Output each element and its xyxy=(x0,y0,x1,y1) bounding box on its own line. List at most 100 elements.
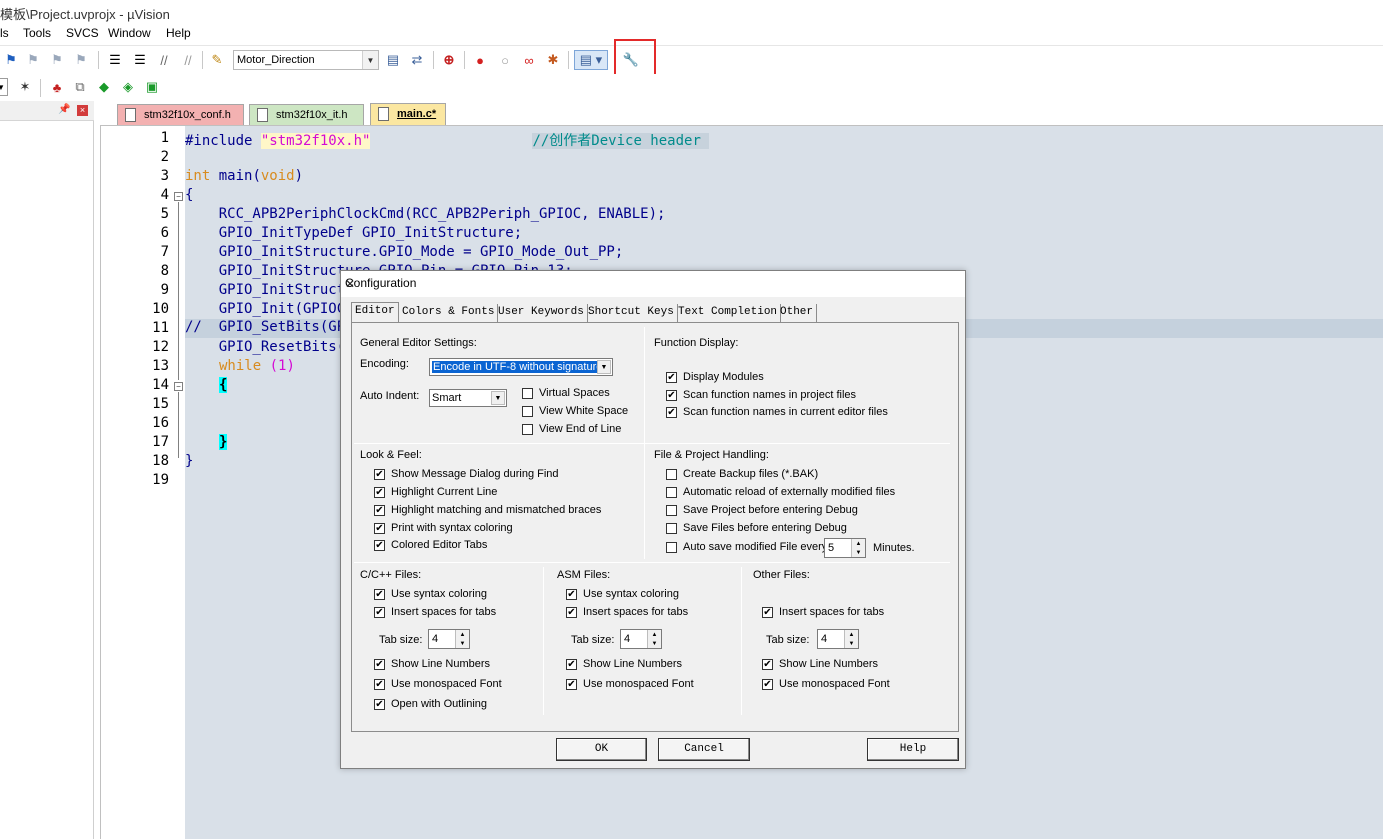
chevron-down-icon[interactable]: ▼ xyxy=(362,51,378,69)
checkbox-box[interactable]: ✔ xyxy=(666,390,677,401)
spin-down-icon[interactable]: ▼ xyxy=(851,548,865,557)
ok-button[interactable]: OK xyxy=(556,738,647,761)
vertical-separator xyxy=(543,567,544,715)
tab-editor[interactable]: Editor xyxy=(351,302,399,323)
translate-icon[interactable]: ✶ xyxy=(16,78,34,96)
spin-up-icon[interactable]: ▲ xyxy=(647,630,661,639)
chevron-down-icon[interactable]: ▼ xyxy=(491,391,505,405)
matched-brace-token: { xyxy=(219,377,228,393)
fold-toggle-icon[interactable]: − xyxy=(174,382,183,391)
close-icon[interactable]: ✕ xyxy=(345,276,355,292)
clear-bookmarks-icon[interactable]: ⚑ xyxy=(72,51,90,69)
checkbox-box[interactable]: ✔ xyxy=(666,372,677,383)
fold-toggle-icon[interactable]: − xyxy=(174,192,183,201)
prev-bookmark-icon[interactable]: ⚑ xyxy=(24,51,42,69)
uncomment-icon[interactable]: // xyxy=(179,51,197,69)
auto-save-minutes-spinner[interactable]: 5 ▲ ▼ xyxy=(824,538,866,558)
disable-breakpoints-icon[interactable]: ∞ xyxy=(520,51,538,69)
spin-down-icon[interactable]: ▼ xyxy=(844,639,858,648)
bookmark-flag-icon[interactable]: ⚑ xyxy=(2,51,20,69)
checkbox-box[interactable] xyxy=(666,469,677,480)
menu-window[interactable]: Window xyxy=(108,26,151,40)
checkbox-box[interactable] xyxy=(666,523,677,534)
spin-down-icon[interactable]: ▼ xyxy=(647,639,661,648)
checkbox-box[interactable] xyxy=(666,487,677,498)
batch-build-icon[interactable]: ▣ xyxy=(143,78,161,96)
encoding-select[interactable]: Encode in UTF-8 without signature ▼ xyxy=(429,358,613,376)
chevron-down-icon[interactable]: ▼ xyxy=(597,360,611,374)
close-icon[interactable]: × xyxy=(77,105,88,116)
download-icon[interactable]: ♣ xyxy=(48,78,66,96)
checkbox-box[interactable]: ✔ xyxy=(374,523,385,534)
comment-icon[interactable]: // xyxy=(155,51,173,69)
flash-icon[interactable]: ⧉ xyxy=(71,78,89,96)
checkbox-box[interactable]: ✔ xyxy=(566,607,577,618)
line-number: 3 xyxy=(160,168,169,184)
menu-svcs[interactable]: SVCS xyxy=(66,26,99,40)
target-options-icon[interactable]: ▤ xyxy=(384,51,402,69)
target-select[interactable]: Motor_Direction ▼ xyxy=(233,50,379,70)
checkbox-box[interactable]: ✔ xyxy=(566,589,577,600)
checkbox-box[interactable]: ✔ xyxy=(374,659,385,670)
menu-tools-partial[interactable]: ls xyxy=(0,26,9,40)
auto-indent-select[interactable]: Smart ▼ xyxy=(429,389,507,407)
cpp-tab-size-spinner[interactable]: 4 ▲ ▼ xyxy=(428,629,470,649)
checkbox-box[interactable]: ✔ xyxy=(374,540,385,551)
checkbox-box[interactable]: ✔ xyxy=(762,679,773,690)
menu-help[interactable]: Help xyxy=(166,26,191,40)
tab-shortcut-keys[interactable]: Shortcut Keys xyxy=(585,304,678,322)
condition-token: (1) xyxy=(269,358,295,374)
checkbox-box[interactable]: ✔ xyxy=(374,679,385,690)
help-button[interactable]: Help xyxy=(867,738,959,761)
cancel-button[interactable]: Cancel xyxy=(658,738,750,761)
menu-tools[interactable]: Tools xyxy=(23,26,51,40)
tab-user-keywords[interactable]: User Keywords xyxy=(495,304,588,322)
checkbox-box[interactable]: ✔ xyxy=(762,607,773,618)
next-bookmark-icon[interactable]: ⚑ xyxy=(48,51,66,69)
tab-stm32f10x-conf-h[interactable]: stm32f10x_conf.h xyxy=(117,104,244,125)
checkbox-box[interactable]: ✔ xyxy=(374,505,385,516)
asm-tab-size-spinner[interactable]: 4 ▲ ▼ xyxy=(620,629,662,649)
checkbox-box[interactable]: ✔ xyxy=(374,589,385,600)
manage-project-icon[interactable]: ✎ xyxy=(208,51,226,69)
build-icon[interactable]: ◆ xyxy=(95,78,113,96)
checkbox-box[interactable]: ✔ xyxy=(374,487,385,498)
other-tab-size-spinner[interactable]: 4 ▲ ▼ xyxy=(817,629,859,649)
insert-breakpoint-icon[interactable]: ● xyxy=(471,51,489,69)
tab-other[interactable]: Other xyxy=(777,304,818,322)
editor-tab-bar: stm32f10x_conf.h stm32f10x_it.h main.c* xyxy=(100,101,1383,125)
tab-text-completion[interactable]: Text Completion xyxy=(675,304,782,322)
spin-up-icon[interactable]: ▲ xyxy=(851,539,865,548)
checkbox-box[interactable]: ✔ xyxy=(566,659,577,670)
checkbox-box[interactable] xyxy=(522,388,533,399)
pin-icon[interactable]: 📌 xyxy=(58,104,70,115)
tab-stm32f10x-it-h[interactable]: stm32f10x_it.h xyxy=(249,104,364,125)
chevron-down-icon[interactable]: ▼ xyxy=(0,78,8,96)
spin-up-icon[interactable]: ▲ xyxy=(455,630,469,639)
checkbox-box[interactable]: ✔ xyxy=(374,469,385,480)
checkbox-label: Colored Editor Tabs xyxy=(391,539,488,551)
unindent-icon[interactable]: ☰ xyxy=(131,51,149,69)
tab-colors-fonts[interactable]: Colors & Fonts xyxy=(399,304,499,322)
checkbox-box[interactable] xyxy=(666,542,677,553)
window-layout-icon[interactable]: ▤ ▾ xyxy=(574,50,608,70)
checkbox-box[interactable]: ✔ xyxy=(374,699,385,710)
start-debug-icon[interactable]: ⊕ xyxy=(440,51,458,69)
manage-components-icon[interactable]: ⇄ xyxy=(408,51,426,69)
spin-up-icon[interactable]: ▲ xyxy=(844,630,858,639)
checkbox-box[interactable] xyxy=(522,406,533,417)
spin-down-icon[interactable]: ▼ xyxy=(455,639,469,648)
checkbox-box[interactable]: ✔ xyxy=(566,679,577,690)
checkbox-box[interactable]: ✔ xyxy=(666,407,677,418)
checkbox-box[interactable] xyxy=(666,505,677,516)
line-number: 9 xyxy=(160,282,169,298)
line-number-gutter: 1 2 3 4 5 6 7 8 9 10 11 12 13 14 15 16 1… xyxy=(101,126,185,839)
checkbox-box[interactable] xyxy=(522,424,533,435)
indent-icon[interactable]: ☰ xyxy=(106,51,124,69)
kill-breakpoints-icon[interactable]: ✱ xyxy=(544,51,562,69)
enable-breakpoint-icon[interactable]: ○ xyxy=(496,51,514,69)
checkbox-box[interactable]: ✔ xyxy=(374,607,385,618)
checkbox-box[interactable]: ✔ xyxy=(762,659,773,670)
rebuild-icon[interactable]: ◈ xyxy=(119,78,137,96)
tab-main-c[interactable]: main.c* xyxy=(370,103,446,125)
